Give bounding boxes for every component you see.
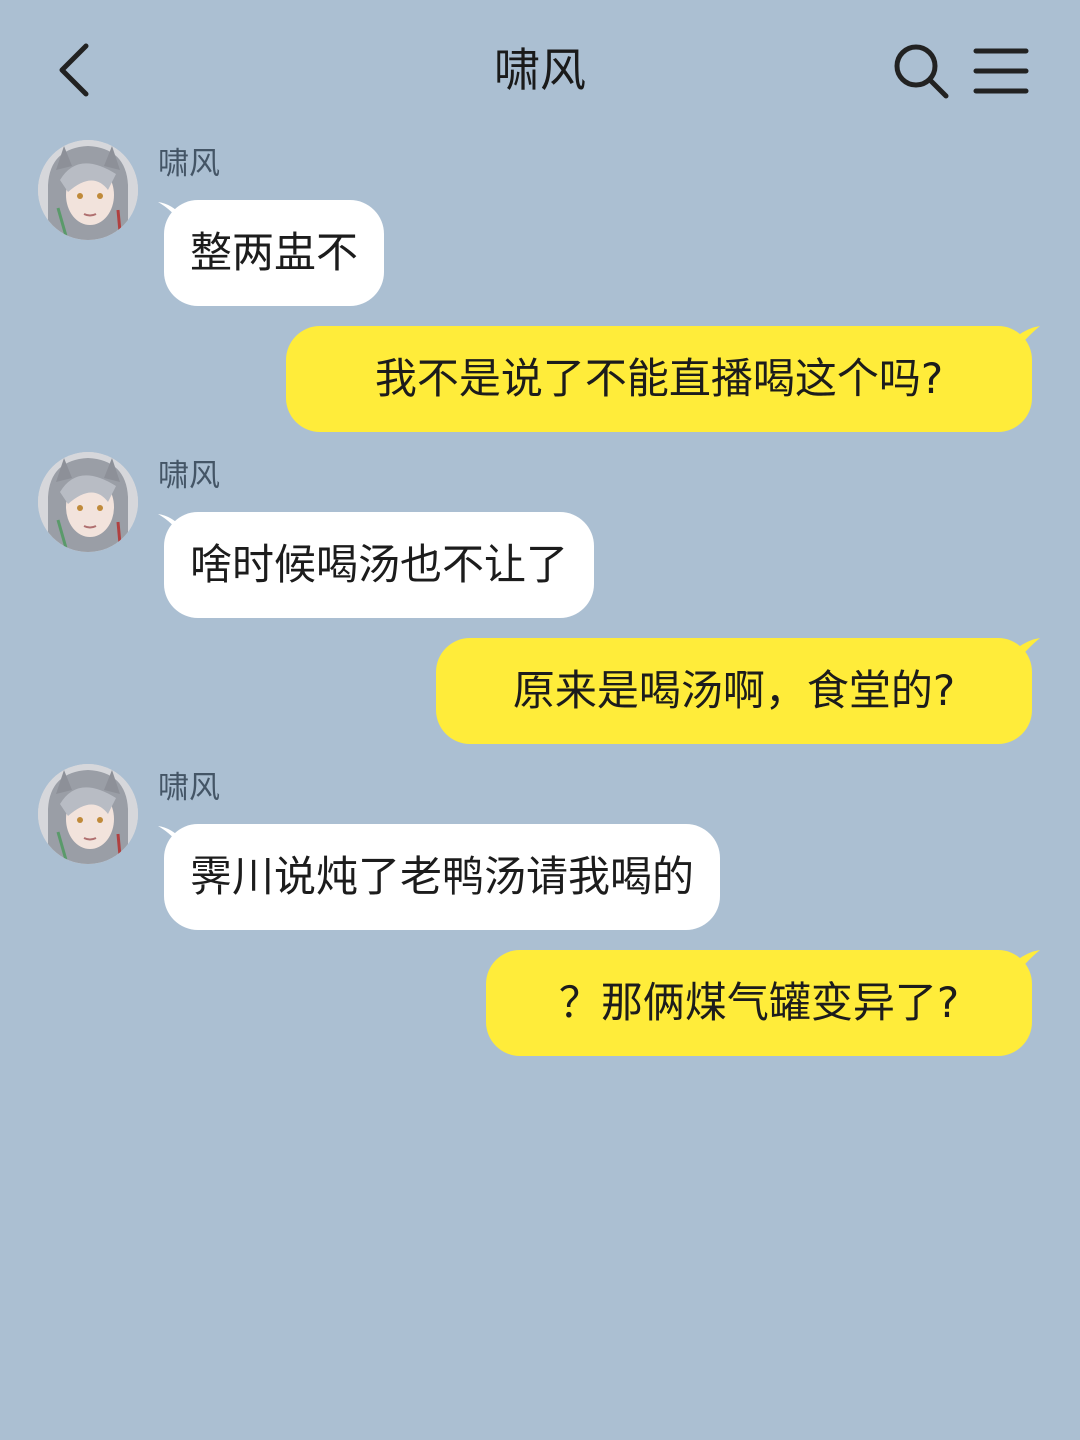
avatar[interactable] [38, 452, 138, 552]
menu-button[interactable] [972, 44, 1030, 98]
avatar-portrait [38, 452, 138, 552]
avatar-portrait [38, 140, 138, 240]
sender-name: 啸风 [158, 770, 220, 806]
sender-name: 啸风 [158, 458, 220, 494]
chat-header: 啸风 [0, 0, 1080, 140]
avatar[interactable] [38, 764, 138, 864]
message-bubble-incoming[interactable]: 整两盅不 [164, 200, 385, 306]
avatar-portrait [38, 764, 138, 864]
message-bubble-incoming[interactable]: 霁川说炖了老鸭汤请我喝的 [164, 824, 721, 930]
avatar[interactable] [38, 140, 138, 240]
message-bubble-outgoing[interactable]: ？那俩煤气罐变异了? [486, 950, 1032, 1056]
message-bubble-outgoing[interactable]: 原来是喝汤啊，食堂的? [436, 638, 1032, 744]
search-button[interactable] [890, 40, 952, 102]
message-bubble-incoming[interactable]: 啥时候喝汤也不让了 [164, 512, 595, 618]
message-bubble-outgoing[interactable]: 我不是说了不能直播喝这个吗? [286, 326, 1032, 432]
menu-icon [973, 48, 1029, 94]
sender-name: 啸风 [158, 146, 220, 182]
search-icon [894, 44, 949, 99]
